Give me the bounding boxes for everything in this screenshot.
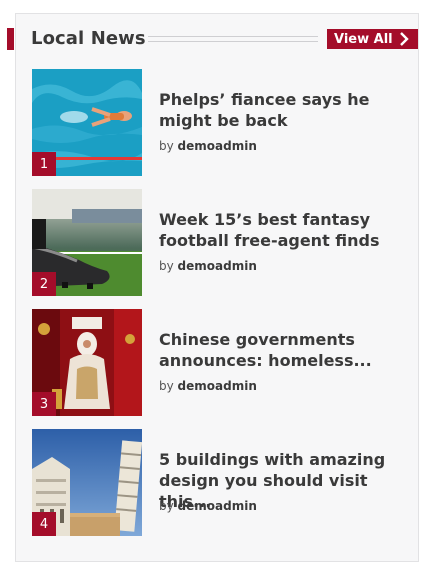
news-item: 1 Phelps’ fiancee says he might be back …	[32, 69, 412, 176]
byline-prefix: by	[159, 499, 174, 513]
news-item: 4 5 buildings with amazing design you sh…	[32, 429, 412, 536]
news-item: 3 Chinese governments announces: homeles…	[32, 309, 412, 416]
article-byline: by demoadmin	[159, 139, 257, 153]
widget-title: Local News	[31, 28, 146, 49]
view-all-label: View All	[334, 31, 393, 47]
view-all-button[interactable]: View All	[327, 29, 418, 49]
chevron-right-icon	[398, 32, 410, 46]
author-link[interactable]: demoadmin	[178, 139, 257, 153]
article-title[interactable]: Phelps’ fiancee says he might be back	[159, 89, 409, 131]
byline-prefix: by	[159, 379, 174, 393]
author-link[interactable]: demoadmin	[178, 259, 257, 273]
author-link[interactable]: demoadmin	[178, 379, 257, 393]
byline-prefix: by	[159, 259, 174, 273]
article-title[interactable]: Chinese governments announces: homeless.…	[159, 329, 409, 371]
news-item: 2 Week 15’s best fantasy football free-a…	[32, 189, 412, 296]
byline-prefix: by	[159, 139, 174, 153]
author-link[interactable]: demoadmin	[178, 499, 257, 513]
rank-badge: 4	[32, 512, 56, 536]
article-title[interactable]: Week 15’s best fantasy football free-age…	[159, 209, 409, 251]
article-byline: by demoadmin	[159, 499, 257, 513]
article-byline: by demoadmin	[159, 379, 257, 393]
rank-badge: 1	[32, 152, 56, 176]
header-accent-bar	[7, 28, 14, 50]
rank-badge: 3	[32, 392, 56, 416]
rank-badge: 2	[32, 272, 56, 296]
header-divider	[148, 36, 318, 42]
article-byline: by demoadmin	[159, 259, 257, 273]
